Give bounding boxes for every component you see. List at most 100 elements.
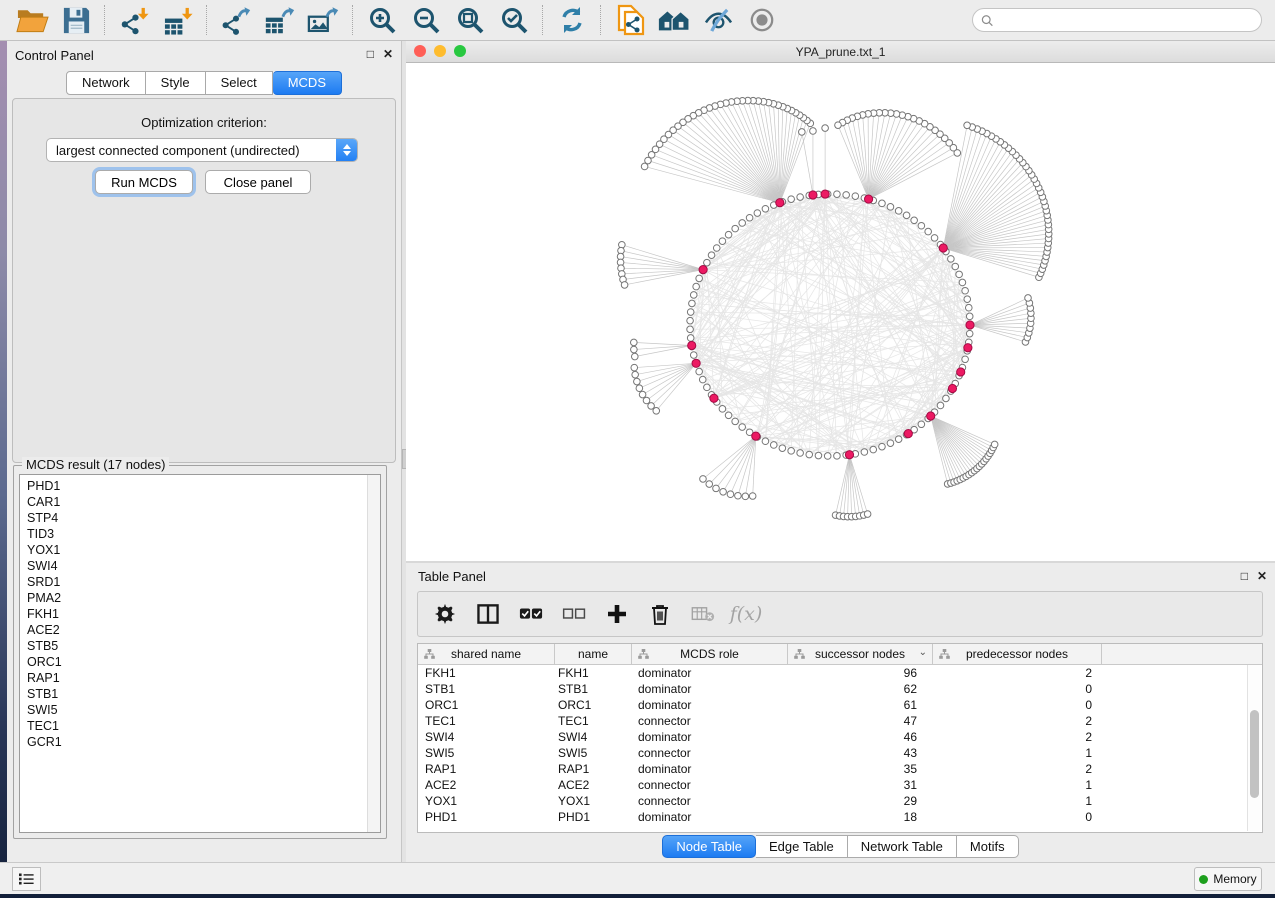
select-all-icon[interactable] [518, 601, 544, 627]
table-row[interactable]: ORC1ORC1dominator610 [418, 697, 1262, 713]
tab-edge-table[interactable]: Edge Table [756, 835, 848, 858]
mcds-result-item[interactable]: YOX1 [27, 542, 380, 558]
share-document-icon[interactable] [613, 3, 647, 37]
export-table-icon[interactable] [263, 3, 297, 37]
mcds-panel: Optimization criterion: largest connecte… [12, 98, 396, 463]
tab-network-table[interactable]: Network Table [848, 835, 957, 858]
export-image-icon[interactable] [307, 3, 341, 37]
table-row[interactable]: SWI4SWI4dominator462 [418, 729, 1262, 745]
table-row[interactable]: SWI5SWI5connector431 [418, 745, 1262, 761]
mcds-result-item[interactable]: STB1 [27, 686, 380, 702]
network-canvas[interactable] [406, 63, 1275, 561]
optimization-criterion-select[interactable]: largest connected component (undirected) [46, 138, 358, 162]
zoom-fit-icon[interactable] [453, 3, 487, 37]
hide-graphics-details-icon[interactable] [701, 3, 735, 37]
tab-mcds[interactable]: MCDS [273, 71, 342, 95]
mcds-result-item[interactable]: CAR1 [27, 494, 380, 510]
zoom-selected-icon[interactable] [497, 3, 531, 37]
mcds-result-item[interactable]: GCR1 [27, 734, 380, 750]
mcds-result-item[interactable]: SWI5 [27, 702, 380, 718]
network-browser-icon[interactable] [657, 3, 691, 37]
tab-motifs[interactable]: Motifs [957, 835, 1019, 858]
memory-button[interactable]: Memory [1194, 867, 1262, 891]
search-input[interactable] [993, 12, 1253, 28]
table-cell: dominator [632, 730, 788, 744]
mcds-list-scrollbar[interactable] [367, 475, 380, 832]
float-icon[interactable]: □ [1241, 569, 1248, 583]
mcds-hub-node [904, 430, 912, 438]
sort-chevron-icon: ⌄ [919, 647, 927, 658]
mcds-result-item[interactable]: ACE2 [27, 622, 380, 638]
column-header-successor-nodes[interactable]: successor nodes⌄ [788, 644, 933, 664]
table-cell: dominator [632, 698, 788, 712]
column-header-predecessor-nodes[interactable]: predecessor nodes [933, 644, 1102, 664]
split-view-icon[interactable] [475, 601, 501, 627]
zoom-out-icon[interactable] [409, 3, 443, 37]
control-panel-title: Control Panel [15, 48, 94, 63]
tab-network[interactable]: Network [66, 71, 146, 95]
deselect-all-icon[interactable] [561, 601, 587, 627]
search-box[interactable] [972, 8, 1262, 32]
mcds-result-item[interactable]: PHD1 [27, 478, 380, 494]
mcds-result-item[interactable]: TID3 [27, 526, 380, 542]
tab-node-table[interactable]: Node Table [662, 835, 756, 858]
traffic-lights [414, 45, 466, 57]
table-scrollbar-thumb[interactable] [1250, 710, 1259, 798]
table-cell: YOX1 [555, 794, 632, 808]
memory-status-icon [1199, 875, 1208, 884]
optimization-criterion-value: largest connected component (undirected) [47, 143, 300, 158]
close-panel-button[interactable]: Close panel [205, 170, 311, 194]
mcds-result-item[interactable]: FKH1 [27, 606, 380, 622]
import-table-icon[interactable] [161, 3, 195, 37]
network-window-titlebar[interactable]: YPA_prune.txt_1 [406, 41, 1275, 63]
table-row[interactable]: FKH1FKH1dominator962 [418, 665, 1262, 681]
table-row[interactable]: RAP1RAP1dominator352 [418, 761, 1262, 777]
table-cell: 35 [788, 762, 933, 776]
mcds-result-item[interactable]: STP4 [27, 510, 380, 526]
run-mcds-button[interactable]: Run MCDS [95, 170, 193, 194]
mcds-result-item[interactable]: SRD1 [27, 574, 380, 590]
mcds-result-list[interactable]: PHD1CAR1STP4TID3YOX1SWI4SRD1PMA2FKH1ACE2… [19, 474, 381, 833]
table-row[interactable]: PHD1PHD1dominator180 [418, 809, 1262, 825]
close-icon[interactable]: ✕ [1257, 569, 1267, 583]
table-scrollbar[interactable] [1247, 665, 1261, 831]
refresh-layout-icon[interactable] [555, 3, 589, 37]
task-history-button[interactable] [12, 867, 41, 891]
table-cell: 1 [933, 746, 1102, 760]
open-session-icon[interactable] [15, 3, 49, 37]
delete-column-icon[interactable] [647, 601, 673, 627]
mcds-result-title: MCDS result (17 nodes) [22, 457, 169, 472]
mcds-result-item[interactable]: STB5 [27, 638, 380, 654]
minimize-traffic-icon[interactable] [434, 45, 446, 57]
float-icon[interactable]: □ [367, 47, 374, 61]
table-cell: 1 [933, 778, 1102, 792]
mcds-hub-node [864, 195, 872, 203]
node-table: shared namenameMCDS rolesuccessor nodes⌄… [417, 643, 1263, 833]
zoom-in-icon[interactable] [365, 3, 399, 37]
mcds-result-item[interactable]: RAP1 [27, 670, 380, 686]
table-cell: SWI4 [418, 730, 555, 744]
table-row[interactable]: ACE2ACE2connector311 [418, 777, 1262, 793]
column-header-MCDS-role[interactable]: MCDS role [632, 644, 788, 664]
table-cell: 96 [788, 666, 933, 680]
column-header-shared-name[interactable]: shared name [418, 644, 555, 664]
close-icon[interactable]: ✕ [383, 47, 393, 61]
export-network-icon[interactable] [219, 3, 253, 37]
settings-icon[interactable] [432, 601, 458, 627]
show-graphics-details-icon[interactable] [745, 3, 779, 37]
save-session-icon[interactable] [59, 3, 93, 37]
table-row[interactable]: TEC1TEC1connector472 [418, 713, 1262, 729]
table-row[interactable]: STB1STB1dominator620 [418, 681, 1262, 697]
mcds-result-item[interactable]: SWI4 [27, 558, 380, 574]
table-row[interactable]: YOX1YOX1connector291 [418, 793, 1262, 809]
mcds-result-item[interactable]: TEC1 [27, 718, 380, 734]
column-header-name[interactable]: name [555, 644, 632, 664]
tab-style[interactable]: Style [146, 71, 206, 95]
mcds-result-item[interactable]: PMA2 [27, 590, 380, 606]
import-network-icon[interactable] [117, 3, 151, 37]
maximize-traffic-icon[interactable] [454, 45, 466, 57]
add-column-icon[interactable] [604, 601, 630, 627]
tab-select[interactable]: Select [206, 71, 273, 95]
close-traffic-icon[interactable] [414, 45, 426, 57]
mcds-result-item[interactable]: ORC1 [27, 654, 380, 670]
